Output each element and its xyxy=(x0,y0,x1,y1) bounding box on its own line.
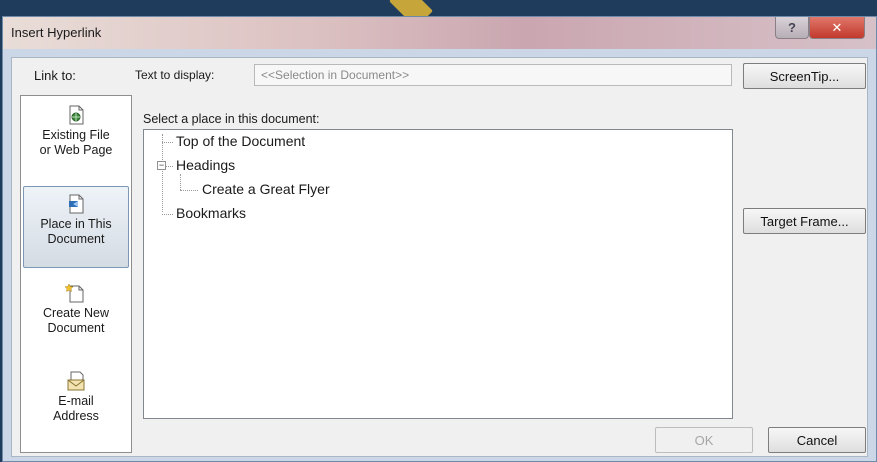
tree-item-top-of-document[interactable]: Top of the Document xyxy=(176,133,305,149)
create-new-document-icon xyxy=(65,283,84,303)
screentip-button[interactable]: ScreenTip... xyxy=(743,63,866,89)
target-frame-button[interactable]: Target Frame... xyxy=(743,208,866,234)
tree-line-top xyxy=(162,142,173,143)
tree-item-create-a-great-flyer[interactable]: Create a Great Flyer xyxy=(202,181,330,197)
tree-item-bookmarks[interactable]: Bookmarks xyxy=(176,205,246,221)
close-icon: ✕ xyxy=(831,19,843,35)
dialog-title: Insert Hyperlink xyxy=(11,25,102,40)
link-to-bar: Existing File or Web Page Place in This … xyxy=(20,95,132,453)
link-place-in-document[interactable]: Place in This Document xyxy=(23,186,129,268)
cancel-button[interactable]: Cancel xyxy=(768,427,866,453)
link-email-line2: Address xyxy=(53,409,99,423)
link-existing-file-line1: Existing File xyxy=(42,128,110,142)
link-create-line2: Document xyxy=(47,321,105,335)
link-to-label: Link to: xyxy=(34,68,76,83)
dialog-body: Link to: Text to display: ScreenTip... E… xyxy=(11,57,868,457)
help-button[interactable]: ? xyxy=(775,17,809,39)
select-place-label: Select a place in this document: xyxy=(143,112,320,126)
tree-line-bookmarks xyxy=(162,214,173,215)
text-to-display-label: Text to display: xyxy=(135,68,215,82)
insert-hyperlink-dialog: Insert Hyperlink ? ✕ Link to: Text to di… xyxy=(2,16,877,462)
tree-line-headings-child xyxy=(180,174,181,190)
link-create-line1: Create New xyxy=(43,306,109,320)
document-place-tree[interactable]: Top of the Document − Headings Create a … xyxy=(143,129,733,419)
link-email-line1: E-mail xyxy=(58,394,94,408)
link-existing-file[interactable]: Existing File or Web Page xyxy=(23,98,129,180)
email-address-icon xyxy=(67,371,85,391)
tree-line-headings xyxy=(166,166,173,167)
link-existing-file-line2: or Web Page xyxy=(39,143,113,157)
text-to-display-input[interactable] xyxy=(254,64,732,86)
link-place-line2: Document xyxy=(47,232,105,246)
collapse-headings-icon[interactable]: − xyxy=(157,161,166,170)
link-place-line1: Place in This xyxy=(40,217,112,231)
link-create-new-document[interactable]: Create New Document xyxy=(23,276,129,358)
tree-item-headings[interactable]: Headings xyxy=(176,157,235,173)
place-in-document-icon xyxy=(69,194,84,214)
ok-button[interactable]: OK xyxy=(655,427,753,453)
tree-line-root xyxy=(162,134,163,212)
close-button[interactable]: ✕ xyxy=(809,17,865,39)
tree-line-flyer xyxy=(180,190,198,191)
help-icon: ? xyxy=(788,20,796,35)
title-bar: Insert Hyperlink ? ✕ xyxy=(3,17,876,49)
link-email-address[interactable]: E-mail Address xyxy=(23,364,129,446)
existing-file-icon xyxy=(69,105,84,125)
